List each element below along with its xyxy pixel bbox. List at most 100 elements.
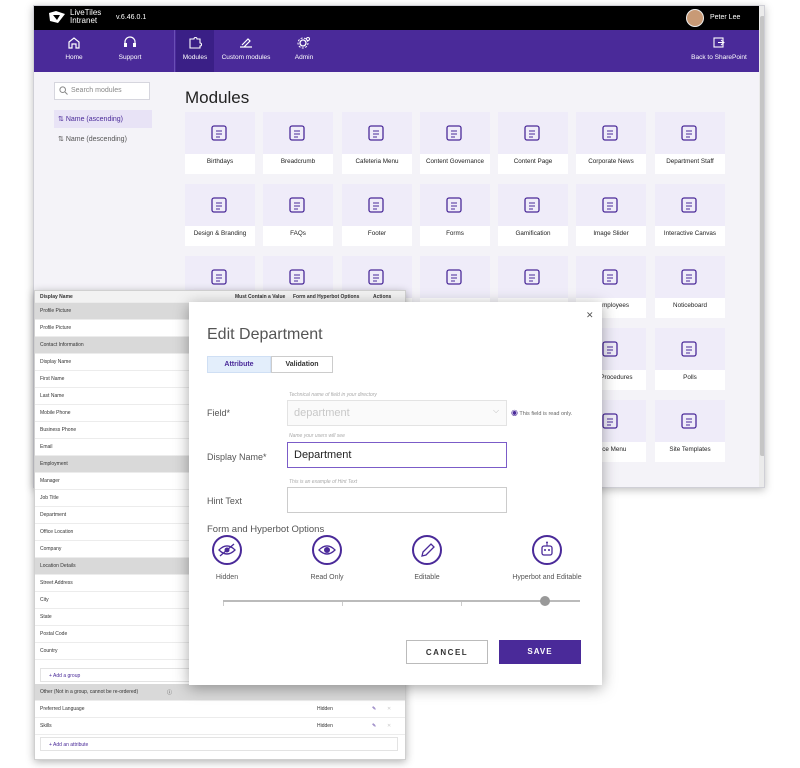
options-slider-handle[interactable]	[540, 596, 550, 606]
option-hidden[interactable]: Hidden	[191, 535, 263, 581]
module-icon-tile	[655, 256, 725, 298]
module-card[interactable]: Cafeteria Menu	[342, 112, 412, 174]
module-label: Department Staff	[666, 158, 714, 165]
tab-validation[interactable]: Validation	[271, 356, 333, 373]
checkbox-icon	[211, 269, 227, 285]
module-label: Image Slider	[593, 230, 629, 237]
option-editable[interactable]: Editable	[391, 535, 463, 581]
module-label: Site Templates	[669, 446, 711, 453]
row-label: Country	[40, 648, 58, 654]
pencil-icon	[421, 543, 435, 557]
options-slider-track[interactable]	[223, 600, 580, 602]
nav-back-to-sharepoint[interactable]: Back to SharePoint	[684, 30, 754, 72]
module-card[interactable]: Breadcrumb	[263, 112, 333, 174]
module-card[interactable]: Forms	[420, 184, 490, 246]
hint-text-label: Hint Text	[207, 496, 242, 506]
module-card[interactable]: Noticeboard	[655, 256, 725, 318]
menu-board-icon	[368, 125, 384, 141]
question-icon	[289, 197, 305, 213]
module-card[interactable]: Design & Branding	[185, 184, 255, 246]
module-card[interactable]: Content Governance	[420, 112, 490, 174]
sort-name-descending[interactable]: ⇅ Name (descending)	[54, 130, 152, 148]
scrollbar[interactable]	[759, 6, 764, 487]
module-card[interactable]: Polls	[655, 328, 725, 390]
row-label: Display Name	[40, 359, 72, 365]
row-label: Street Address	[40, 580, 73, 586]
user-name[interactable]: Peter Lee	[710, 14, 740, 21]
row-label: Company	[40, 546, 62, 552]
scrollbar-thumb[interactable]	[760, 16, 764, 456]
module-label: Birthdays	[206, 158, 234, 165]
module-card[interactable]: Interactive Canvas	[655, 184, 725, 246]
module-label: FAQs	[290, 230, 306, 237]
list-icon	[524, 269, 540, 285]
hint-text-input[interactable]	[287, 487, 507, 513]
gift-icon	[211, 125, 227, 141]
search-input[interactable]: Search modules	[54, 82, 150, 100]
row-label: Email	[40, 444, 53, 450]
module-label: Gamification	[515, 230, 551, 237]
option-read-only[interactable]: Read Only	[291, 535, 363, 581]
nav-admin[interactable]: Admin	[286, 30, 322, 72]
module-icon-tile	[498, 256, 568, 298]
nav-custom-modules[interactable]: Custom modules	[216, 30, 276, 72]
row-label: Employment	[40, 461, 68, 467]
add-attribute-link[interactable]: + Add an attribute	[40, 737, 398, 751]
header-options: Form and Hyperbot Options	[293, 294, 360, 300]
module-label: Corporate News	[588, 158, 634, 165]
module-icon-tile	[185, 184, 255, 226]
nav-home[interactable]: Home	[54, 30, 94, 72]
nav-support[interactable]: Support	[110, 30, 150, 72]
nav-separator	[174, 30, 175, 72]
edit-icon[interactable]: ✎	[372, 723, 376, 729]
module-card[interactable]: Content Page	[498, 112, 568, 174]
row-label: Office Location	[40, 529, 74, 535]
row-label: Contact Information	[40, 342, 84, 348]
slider-tick	[223, 602, 224, 606]
module-icon-tile	[342, 112, 412, 154]
module-label: Content Governance	[425, 158, 485, 165]
option-hyperbot-editable[interactable]: Hyperbot and Editable	[507, 535, 587, 581]
module-card[interactable]: Corporate News	[576, 112, 646, 174]
module-icon-tile	[498, 112, 568, 154]
row-label: Department	[40, 512, 67, 518]
delete-icon[interactable]: ✕	[387, 706, 391, 712]
display-name-input[interactable]: Department	[287, 442, 507, 468]
trophy-icon	[524, 197, 540, 213]
nav-modules[interactable]: Modules	[176, 30, 214, 72]
module-card[interactable]: Birthdays	[185, 112, 255, 174]
save-button[interactable]: SAVE	[499, 640, 581, 664]
module-icon-tile	[263, 112, 333, 154]
table-row[interactable]: Skills Hidden ✎ ✕	[35, 718, 405, 735]
module-card[interactable]: FAQs	[263, 184, 333, 246]
module-label: Forms	[446, 230, 464, 237]
home-icon	[68, 37, 80, 49]
dialog-title: Edit Department	[207, 326, 323, 343]
module-card[interactable]: Department Staff	[655, 112, 725, 174]
module-icon-tile	[576, 112, 646, 154]
module-icon-tile	[420, 112, 490, 154]
header-actions: Actions	[373, 294, 392, 300]
module-card[interactable]: Footer	[342, 184, 412, 246]
eye-icon: ◉	[511, 408, 518, 417]
chevron-right-icon	[289, 125, 305, 141]
module-card[interactable]: Gamification	[498, 184, 568, 246]
sort-name-ascending[interactable]: ⇅ Name (ascending)	[54, 110, 152, 128]
edit-icon[interactable]: ✎	[372, 706, 376, 712]
tab-attribute[interactable]: Attribute	[207, 356, 271, 373]
add-person-icon	[602, 269, 618, 285]
poll-icon	[681, 341, 697, 357]
module-card[interactable]: Image Slider	[576, 184, 646, 246]
table-row[interactable]: Preferred Language Hidden ✎ ✕	[35, 701, 405, 718]
hand-pointer-icon	[446, 125, 462, 141]
cancel-button[interactable]: CANCEL	[406, 640, 488, 664]
avatar[interactable]	[686, 9, 704, 27]
module-card[interactable]: Site Templates	[655, 400, 725, 462]
slider-tick	[461, 602, 462, 606]
module-icon-tile	[576, 184, 646, 226]
footer-icon	[368, 197, 384, 213]
delete-icon[interactable]: ✕	[387, 723, 391, 729]
book-icon	[602, 341, 618, 357]
header-must-contain: Must Contain a Value	[235, 294, 286, 300]
close-icon[interactable]: ✕	[586, 310, 594, 321]
